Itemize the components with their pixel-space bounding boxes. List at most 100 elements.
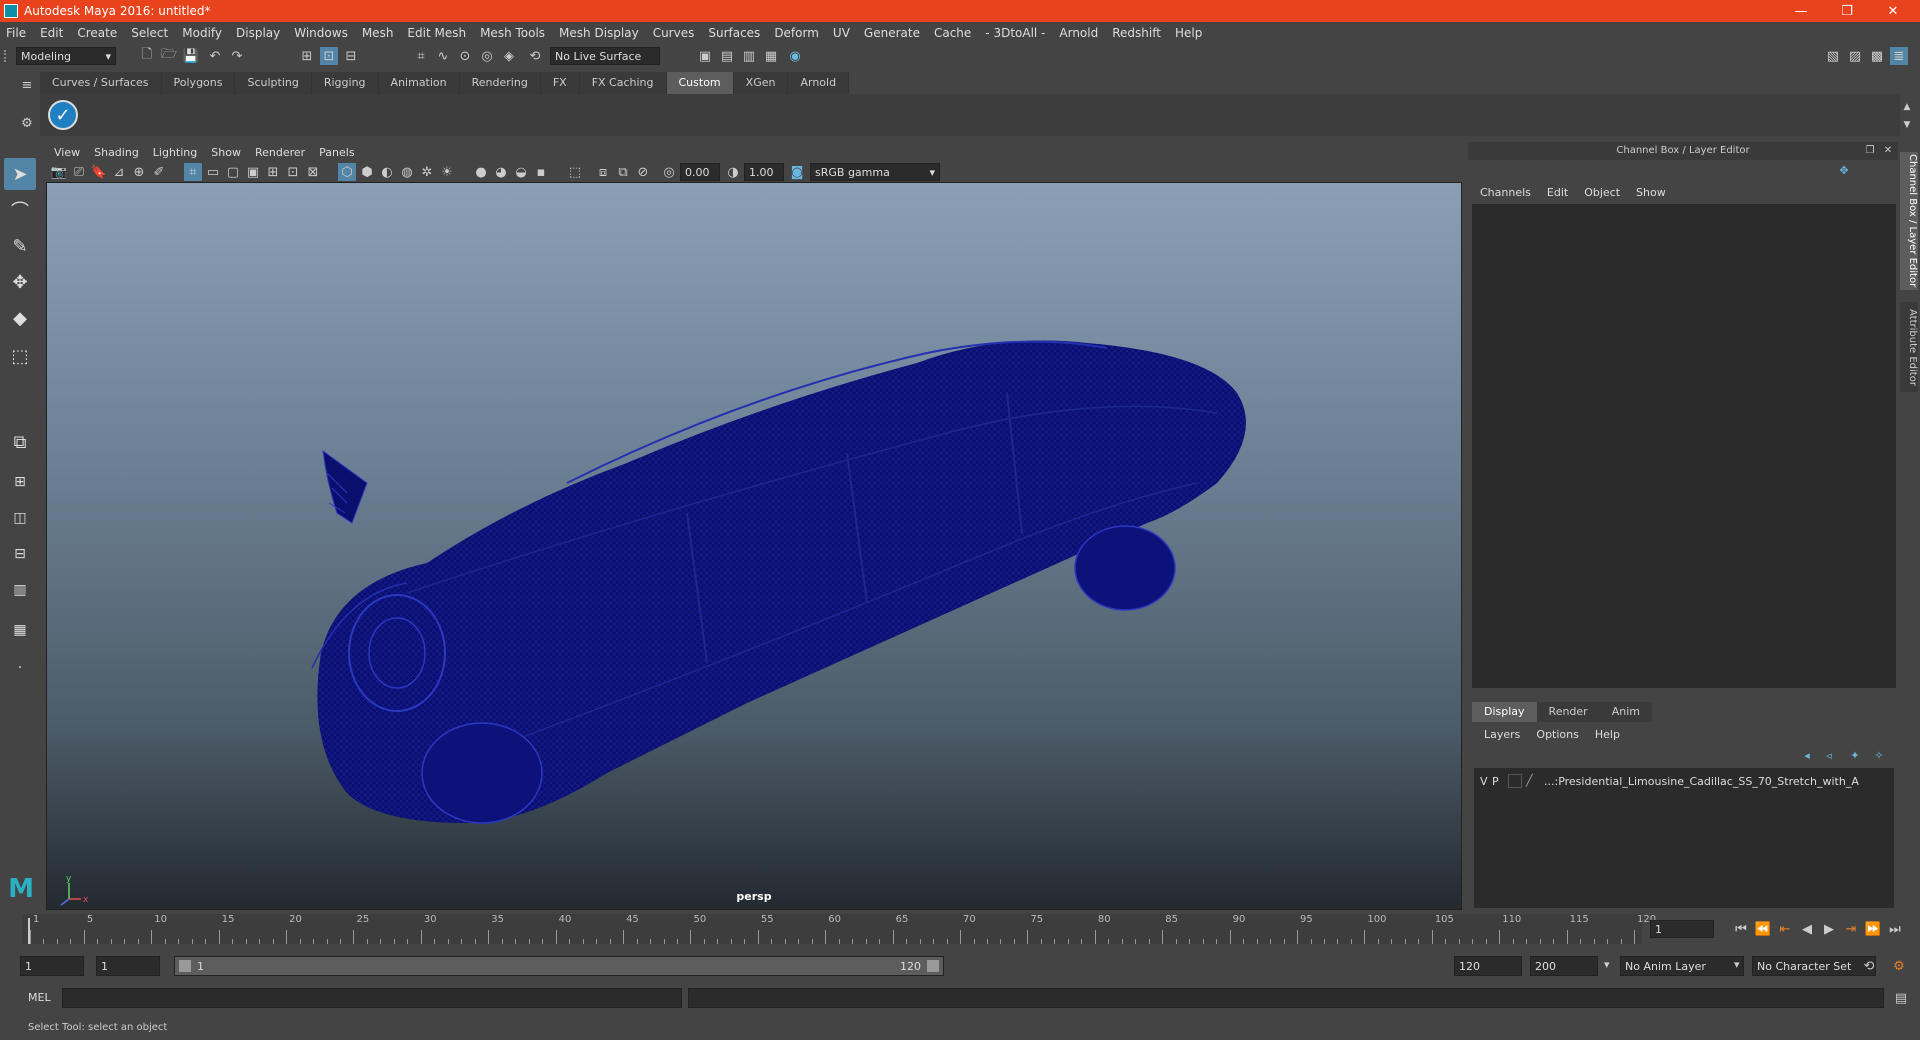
wireframe-icon[interactable]: ⬡ — [338, 163, 356, 181]
move-layer-up-icon[interactable]: ◂ — [1798, 746, 1816, 764]
snap-grid-icon[interactable]: ⌗ — [412, 47, 430, 65]
use-all-lights-icon[interactable]: ✲ — [418, 163, 436, 181]
mode-selector[interactable]: Modeling ▾ — [16, 47, 116, 65]
modeling-toolkit-icon[interactable]: ▧ — [1824, 47, 1842, 65]
film-gate-icon[interactable]: ▭ — [204, 163, 222, 181]
select-tool-icon[interactable]: ➤ — [4, 158, 36, 190]
wireframe-on-shaded-icon[interactable]: ◐ — [378, 163, 396, 181]
step-forward-frame-icon[interactable]: ⏩ — [1864, 920, 1882, 938]
layer-tab-display[interactable]: Display — [1472, 702, 1537, 722]
layer-tab-render[interactable]: Render — [1536, 702, 1600, 722]
end-time-field[interactable]: 200 — [1530, 956, 1598, 976]
snap-view-icon[interactable]: ◎ — [478, 47, 496, 65]
viewport-menu-panels[interactable]: Panels — [319, 146, 354, 159]
save-scene-icon[interactable]: 💾 — [182, 47, 200, 65]
go-to-start-icon[interactable]: ⏮ — [1732, 920, 1750, 938]
shelf-tab-fx-caching[interactable]: FX Caching — [579, 72, 667, 94]
shelf-scroll-down-icon[interactable]: ▼ — [1898, 116, 1916, 134]
time-slider[interactable]: 1 5 10 15 20 25 30 35 40 45 50 55 60 65 70 75 80 85 90 95 10… — [22, 914, 1656, 944]
menu-help[interactable]: Help — [1175, 26, 1202, 40]
minimize-button[interactable]: — — [1778, 0, 1824, 22]
channel-box-menu-object[interactable]: Object — [1584, 186, 1620, 199]
bookmarks-icon[interactable]: 🔖 — [90, 163, 108, 181]
menu-mesh[interactable]: Mesh — [362, 26, 394, 40]
channel-box-side-tab[interactable]: Channel Box / Layer Editor — [1900, 152, 1918, 290]
auto-key-icon[interactable]: ⟲ — [1860, 957, 1878, 975]
chevron-down-icon[interactable]: ▾ — [1604, 958, 1610, 971]
grease-pencil-icon[interactable]: ✐ — [150, 163, 168, 181]
safe-action-icon[interactable]: ⊡ — [284, 163, 302, 181]
range-end-handle[interactable] — [927, 960, 939, 972]
menu-curves[interactable]: Curves — [653, 26, 695, 40]
new-scene-icon[interactable]: 🗋 — [138, 47, 156, 65]
menu-windows[interactable]: Windows — [294, 26, 348, 40]
channel-box-menu-edit[interactable]: Edit — [1547, 186, 1568, 199]
move-widget-icon[interactable]: ✥ — [1836, 162, 1852, 178]
render-settings-icon[interactable]: ▦ — [762, 47, 780, 65]
xray-components-icon[interactable]: ⊘ — [634, 163, 652, 181]
smooth-shade-icon[interactable]: ⬢ — [358, 163, 376, 181]
layer-menu-layers[interactable]: Layers — [1484, 728, 1520, 741]
lasso-tool-icon[interactable]: ⌒ — [4, 194, 36, 226]
chevron-down-icon[interactable]: ▾ — [1734, 958, 1740, 971]
menu-generate[interactable]: Generate — [864, 26, 920, 40]
menu-arnold[interactable]: Arnold — [1059, 26, 1098, 40]
menu-display[interactable]: Display — [236, 26, 280, 40]
new-layer-selected-icon[interactable]: ✧ — [1870, 746, 1888, 764]
2d-pan-zoom-icon[interactable]: ⊕ — [130, 163, 148, 181]
hypershade-icon[interactable]: ◉ — [786, 47, 804, 65]
layer-menu-help[interactable]: Help — [1595, 728, 1620, 741]
redo-icon[interactable]: ↷ — [228, 47, 246, 65]
live-surface-field[interactable]: No Live Surface — [550, 47, 660, 65]
shelf-scroll-up-icon[interactable]: ▲ — [1898, 98, 1916, 116]
shelf-menu-icon[interactable]: ≡ — [18, 76, 36, 94]
step-back-key-icon[interactable]: ⇤ — [1776, 920, 1794, 938]
shelf-tab-sculpting[interactable]: Sculpting — [235, 72, 312, 94]
menu-mesh-tools[interactable]: Mesh Tools — [480, 26, 545, 40]
shelf-tab-curves-surfaces[interactable]: Curves / Surfaces — [40, 72, 162, 94]
script-language-label[interactable]: MEL — [28, 991, 51, 1004]
snap-surface-icon[interactable]: ◈ — [500, 47, 518, 65]
playback-end-field[interactable]: 120 — [1454, 956, 1522, 976]
viewport-menu-view[interactable]: View — [54, 146, 80, 159]
custom-layout-icon[interactable]: · — [4, 652, 36, 684]
depth-of-field-icon[interactable]: ▪ — [532, 163, 550, 181]
rotate-tool-icon[interactable]: ◆ — [4, 302, 36, 334]
layer-color-icon[interactable]: ╱ — [1526, 774, 1540, 788]
live-surface-icon[interactable]: ⟲ — [526, 47, 544, 65]
undo-icon[interactable]: ↶ — [206, 47, 224, 65]
image-plane-icon[interactable]: ⊿ — [110, 163, 128, 181]
shelf-settings-icon[interactable]: ⚙ — [18, 114, 36, 132]
menu-file[interactable]: File — [6, 26, 26, 40]
attribute-editor-side-tab[interactable]: Attribute Editor — [1900, 302, 1918, 392]
channel-box-menu-show[interactable]: Show — [1636, 186, 1666, 199]
select-object-icon[interactable]: ⊡ — [320, 47, 338, 65]
range-start-handle[interactable] — [179, 960, 191, 972]
single-perspective-layout-icon[interactable]: ⧉ — [4, 426, 36, 458]
menu-mesh-display[interactable]: Mesh Display — [559, 26, 639, 40]
shadows-icon[interactable]: ☀ — [438, 163, 456, 181]
range-slider[interactable]: 1 120 — [174, 956, 944, 976]
camera-attributes-icon[interactable]: ⎚ — [70, 163, 88, 181]
menu-redshift[interactable]: Redshift — [1112, 26, 1161, 40]
two-view-layout-icon[interactable]: ◫ — [4, 502, 36, 534]
scale-tool-icon[interactable]: ⬚ — [4, 340, 36, 372]
play-forward-icon[interactable]: ▶ — [1820, 920, 1838, 938]
motion-blur-icon[interactable]: ◕ — [492, 163, 510, 181]
field-chart-icon[interactable]: ⊞ — [264, 163, 282, 181]
exposure-icon[interactable]: ◎ — [660, 163, 678, 181]
viewport-menu-shading[interactable]: Shading — [94, 146, 139, 159]
shelf-tab-rigging[interactable]: Rigging — [311, 72, 379, 94]
menu-select[interactable]: Select — [131, 26, 168, 40]
open-scene-icon[interactable]: 🗁 — [160, 47, 178, 65]
menu-edit-mesh[interactable]: Edit Mesh — [407, 26, 466, 40]
float-panel-icon[interactable]: ❐ — [1862, 142, 1878, 158]
perspective-viewport[interactable]: y x persp — [46, 182, 1462, 910]
snap-curve-icon[interactable]: ∿ — [434, 47, 452, 65]
custom-shelf-checkmark-icon[interactable]: ✓ — [48, 100, 78, 130]
viewport-menu-lighting[interactable]: Lighting — [153, 146, 197, 159]
layer-row[interactable]: V P ╱ ...:Presidential_Limousine_Cadilla… — [1474, 772, 1894, 790]
script-editor-icon[interactable]: ▤ — [1892, 989, 1910, 1007]
graph-layout-icon[interactable]: ▥ — [4, 574, 36, 606]
layer-name[interactable]: ...:Presidential_Limousine_Cadillac_SS_7… — [1544, 775, 1859, 788]
